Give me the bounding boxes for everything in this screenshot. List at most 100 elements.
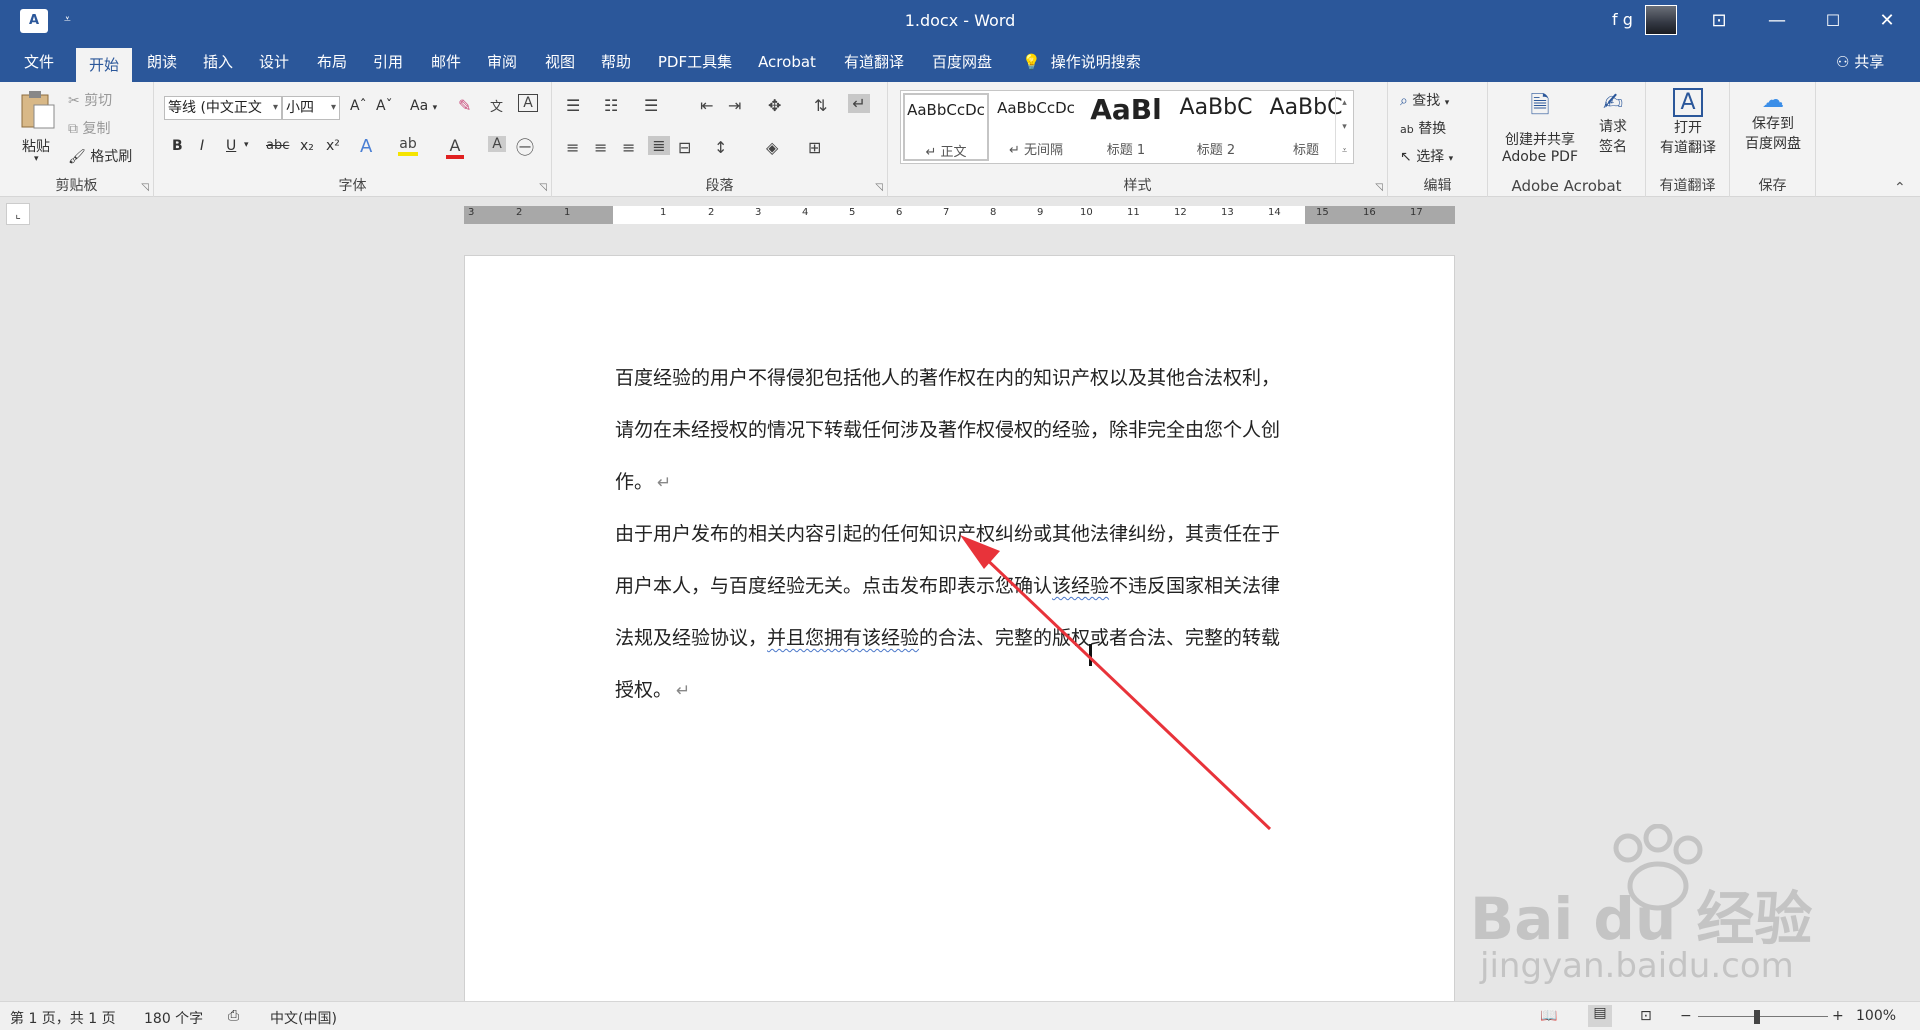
bullets-icon[interactable]: ☰ xyxy=(566,96,580,115)
tab-help[interactable]: 帮助 xyxy=(598,42,634,82)
ribbon-display-options-button[interactable]: ⊡ xyxy=(1694,0,1744,42)
tab-layout[interactable]: 布局 xyxy=(314,42,350,82)
web-layout-icon[interactable]: ⊡ xyxy=(1640,1008,1652,1024)
copy-button[interactable]: ⧉ 复制 xyxy=(68,118,110,138)
document-paragraph-2[interactable]: 由于用户发布的相关内容引起的任何知识产权纠纷或其他法律纠纷，其责任在于 用户本人… xyxy=(615,508,1305,716)
style-heading-2[interactable]: AaBbC 标题 2 xyxy=(1173,93,1259,161)
tab-pdf-tools[interactable]: PDF工具集 xyxy=(656,42,734,82)
tab-youdao[interactable]: 有道翻译 xyxy=(842,42,906,82)
decrease-indent-icon[interactable]: ⇤ xyxy=(700,96,713,115)
tab-references[interactable]: 引用 xyxy=(370,42,406,82)
tab-view[interactable]: 视图 xyxy=(542,42,578,82)
page-count[interactable]: 第 1 页，共 1 页 xyxy=(10,1008,116,1028)
cut-button[interactable]: ✂ 剪切 xyxy=(68,90,112,110)
superscript-button[interactable]: x² xyxy=(326,138,340,154)
grammar-underline-text[interactable]: 该经验 xyxy=(1052,575,1109,597)
find-button[interactable]: ⌕ 查找 ▾ xyxy=(1400,90,1449,110)
collapse-ribbon-icon[interactable]: ⌃ xyxy=(1894,180,1906,196)
character-border-icon[interactable]: A xyxy=(518,94,538,112)
align-right-icon[interactable]: ≡ xyxy=(622,138,635,157)
paste-button[interactable]: 粘贴 ▾ xyxy=(14,88,62,168)
scroll-up-icon[interactable]: ▴ xyxy=(1336,91,1353,115)
minimize-button[interactable]: — xyxy=(1752,0,1802,42)
align-center-icon[interactable]: ≡ xyxy=(594,138,607,157)
tab-baidu-netdisk[interactable]: 百度网盘 xyxy=(930,42,994,82)
align-left-icon[interactable]: ≡ xyxy=(566,138,579,157)
change-case-button[interactable]: Aa ▾ xyxy=(410,98,437,114)
document-paragraph-1[interactable]: 百度经验的用户不得侵犯包括他人的著作权在内的知识产权以及其他合法权利， 请勿在未… xyxy=(615,352,1305,508)
style-heading-1[interactable]: AaBl 标题 1 xyxy=(1083,93,1169,161)
gallery-scroll[interactable]: ▴ ▾ ⩡ xyxy=(1335,91,1353,163)
read-mode-icon[interactable]: 📖 xyxy=(1540,1008,1557,1024)
zoom-level[interactable]: 100% xyxy=(1856,1008,1896,1024)
shrink-font-button[interactable]: Aˇ xyxy=(376,98,393,114)
numbering-icon[interactable]: ☷ xyxy=(604,96,618,115)
gallery-more-icon[interactable]: ⩡ xyxy=(1336,139,1353,163)
shading-icon[interactable]: ◈ xyxy=(766,138,778,157)
chevron-down-icon[interactable]: ▾ xyxy=(244,140,249,150)
request-signature-button[interactable]: ✍ 请求 签名 xyxy=(1590,88,1636,168)
line-spacing-icon[interactable]: ↕ xyxy=(714,138,727,157)
strikethrough-button[interactable]: abc xyxy=(266,138,289,153)
style-no-spacing[interactable]: AaBbCcDc ↵ 无间隔 xyxy=(993,93,1079,161)
grow-font-button[interactable]: Aˆ xyxy=(350,98,367,114)
character-shading-icon[interactable]: A xyxy=(488,136,506,152)
tab-review[interactable]: 审阅 xyxy=(484,42,520,82)
subscript-button[interactable]: x₂ xyxy=(300,138,314,154)
zoom-in-button[interactable]: + xyxy=(1832,1008,1844,1024)
save-to-netdisk-button[interactable]: ☁ 保存到 百度网盘 xyxy=(1734,88,1812,168)
font-name-combo[interactable]: 等线 (中文正文 ▾ xyxy=(164,96,282,120)
font-color-icon[interactable]: A xyxy=(446,136,464,159)
language-indicator[interactable]: 中文(中国) xyxy=(270,1008,337,1028)
highlight-icon[interactable]: ab xyxy=(398,136,418,156)
justify-icon[interactable]: ≣ xyxy=(648,136,670,155)
proofing-icon[interactable]: ⎙ xyxy=(228,1008,239,1024)
dialog-launcher-icon[interactable]: ◹ xyxy=(141,182,149,193)
dialog-launcher-icon[interactable]: ◹ xyxy=(1375,182,1383,193)
avatar[interactable] xyxy=(1645,5,1677,35)
close-button[interactable]: ✕ xyxy=(1862,0,1912,42)
select-button[interactable]: ↖ 选择 ▾ xyxy=(1400,146,1453,166)
bold-button[interactable]: B xyxy=(172,138,183,154)
replace-button[interactable]: ab 替换 xyxy=(1400,118,1446,138)
phonetic-guide-icon[interactable]: 文 xyxy=(490,96,503,115)
tab-file[interactable]: 文件 xyxy=(20,42,58,82)
clear-formatting-icon[interactable]: ✎ xyxy=(458,96,471,115)
borders-icon[interactable]: ⊞ xyxy=(808,138,821,157)
chinese-layout-icon[interactable]: ✥ xyxy=(768,96,781,115)
horizontal-ruler[interactable]: 3 2 1 1 2 3 4 5 6 7 8 9 10 11 12 13 14 1… xyxy=(464,206,1455,224)
dialog-launcher-icon[interactable]: ◹ xyxy=(875,182,883,193)
underline-button[interactable]: U xyxy=(226,138,236,154)
tab-mailings[interactable]: 邮件 xyxy=(428,42,464,82)
show-marks-icon[interactable]: ↵ xyxy=(848,94,870,113)
tab-acrobat[interactable]: Acrobat xyxy=(756,42,818,82)
dialog-launcher-icon[interactable]: ◹ xyxy=(539,182,547,193)
enclose-characters-icon[interactable]: ㊀ xyxy=(516,134,534,160)
scroll-down-icon[interactable]: ▾ xyxy=(1336,115,1353,139)
open-youdao-button[interactable]: A 打开 有道翻译 xyxy=(1650,88,1726,168)
multilevel-list-icon[interactable]: ☰ xyxy=(644,96,658,115)
font-size-combo[interactable]: 小四 ▾ xyxy=(282,96,340,120)
zoom-out-button[interactable]: − xyxy=(1680,1008,1692,1024)
tab-design[interactable]: 设计 xyxy=(256,42,292,82)
create-share-pdf-button[interactable]: 🗎 创建并共享 Adobe PDF xyxy=(1498,88,1582,168)
sort-icon[interactable]: ⇅ xyxy=(814,96,827,115)
print-layout-icon[interactable]: ▤ xyxy=(1588,1005,1612,1027)
tab-selector-icon[interactable]: ⌞ xyxy=(6,203,30,225)
zoom-slider[interactable] xyxy=(1698,1016,1828,1017)
tab-read-aloud[interactable]: 朗读 xyxy=(144,42,180,82)
user-name[interactable]: f g xyxy=(1612,10,1633,29)
tab-home[interactable]: 开始 xyxy=(76,48,132,82)
grammar-underline-text[interactable]: 并且您拥有该经验 xyxy=(767,627,919,649)
tab-insert[interactable]: 插入 xyxy=(200,42,236,82)
document-page[interactable]: 百度经验的用户不得侵犯包括他人的著作权在内的知识产权以及其他合法权利， 请勿在未… xyxy=(464,255,1455,1015)
increase-indent-icon[interactable]: ⇥ xyxy=(728,96,741,115)
zoom-slider-thumb[interactable] xyxy=(1753,1010,1760,1024)
word-count[interactable]: 180 个字 xyxy=(144,1008,203,1028)
share-button[interactable]: ⚇ 共享 xyxy=(1836,42,1884,82)
italic-button[interactable]: I xyxy=(200,138,204,154)
format-painter-button[interactable]: 🖌 格式刷 xyxy=(68,146,132,166)
maximize-button[interactable]: ☐ xyxy=(1808,0,1858,42)
text-effects-icon[interactable]: A xyxy=(360,136,372,157)
distributed-icon[interactable]: ⊟ xyxy=(678,138,691,157)
